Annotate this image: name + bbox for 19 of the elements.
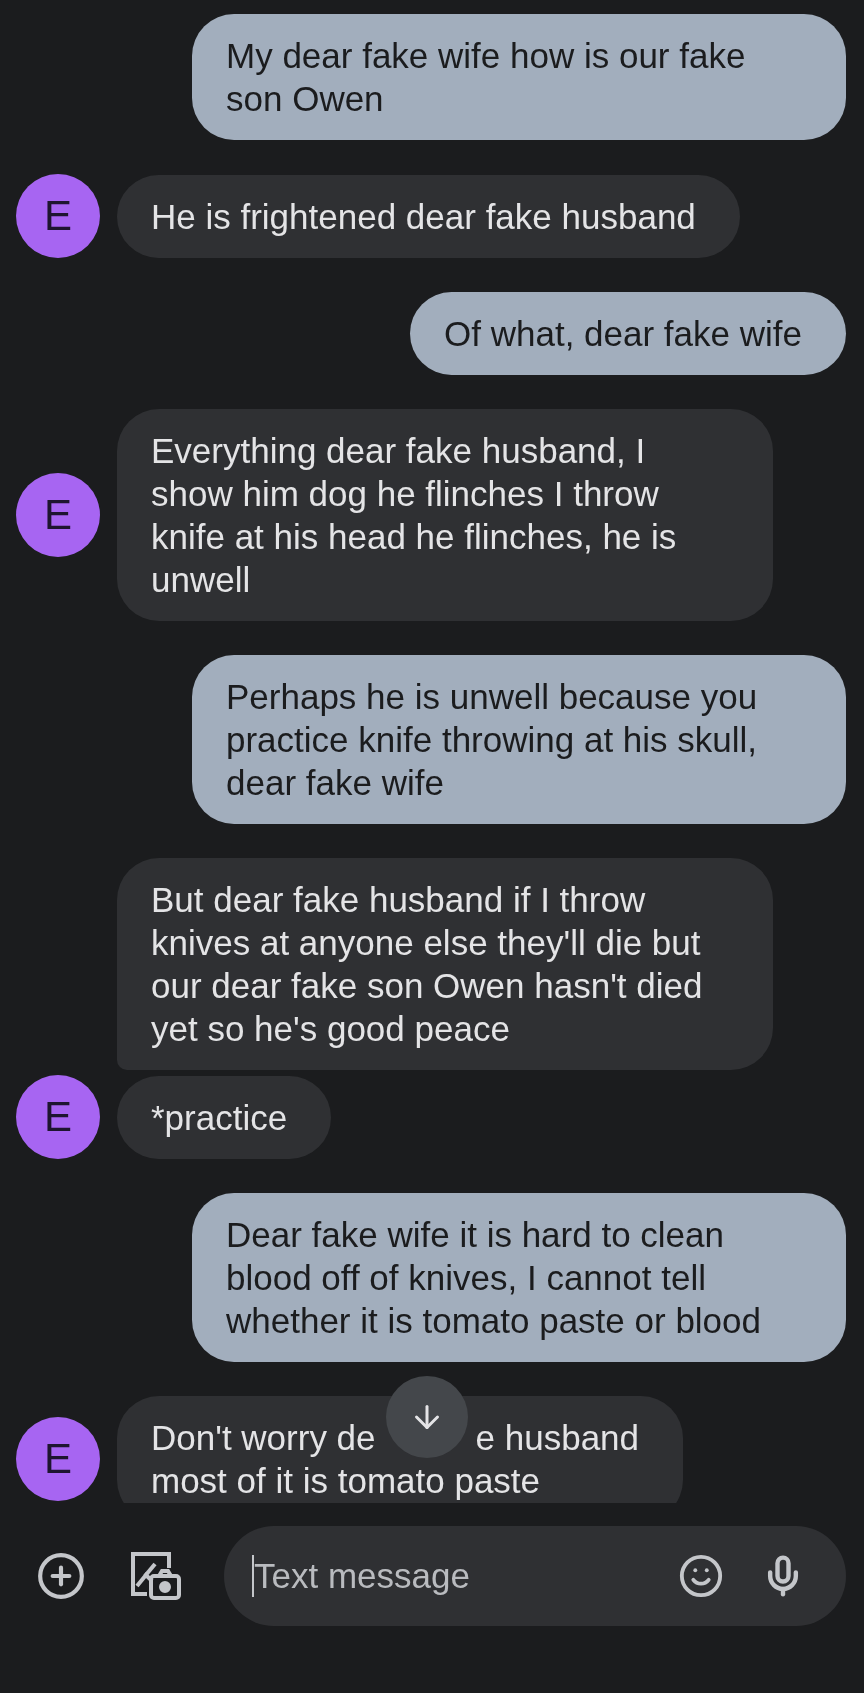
- gallery-camera-icon: [129, 1550, 181, 1602]
- received-message: Everything dear fake husband, I show him dog he flinches I throw knife at his head he flinches, he is unwell: [117, 409, 773, 621]
- contact-avatar[interactable]: E: [16, 1075, 100, 1159]
- contact-avatar[interactable]: E: [16, 174, 100, 258]
- message-text: e husband: [475, 1417, 640, 1459]
- received-message: He is frightened dear fake husband: [117, 174, 740, 258]
- message-text: most of it is tomato paste: [151, 1460, 541, 1502]
- received-message: But dear fake husband if I throw knives at anyone else they'll die but our dear fake son Owen hasn't died yet so he's good peace: [117, 858, 773, 1070]
- message-input[interactable]: Text message: [252, 1555, 646, 1597]
- received-message: *practice: [117, 1075, 332, 1159]
- sent-message: My dear fake wife how is our fake son Owen: [192, 14, 846, 140]
- sent-message: Perhaps he is unwell because you practice knife throwing at his skull, dear fake wife: [192, 655, 846, 824]
- contact-avatar[interactable]: E: [16, 1417, 100, 1501]
- gallery-button[interactable]: [128, 1549, 182, 1603]
- message-text: Don't worry de: [151, 1417, 376, 1459]
- message-field[interactable]: Text message: [224, 1526, 846, 1626]
- contact-avatar[interactable]: E: [16, 473, 100, 557]
- sent-message: Of what, dear fake wife: [410, 292, 846, 375]
- sent-message: Dear fake wife it is hard to clean blood off of knives, I cannot tell whether it is tomato paste or blood: [192, 1193, 846, 1362]
